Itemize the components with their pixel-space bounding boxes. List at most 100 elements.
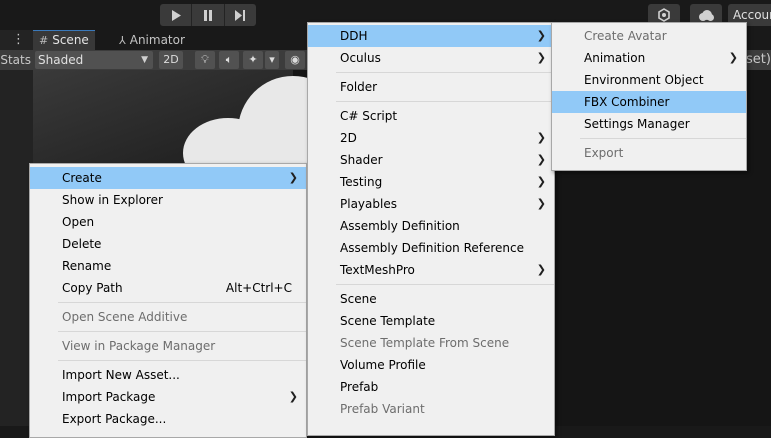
- menu-separator: [580, 138, 746, 139]
- menu-item-create-avatar: Create Avatar: [552, 25, 746, 47]
- menu-item-label: Copy Path: [62, 281, 123, 295]
- menu-item-copy-path[interactable]: Copy Path Alt+Ctrl+C: [30, 277, 306, 299]
- audio-toggle-icon[interactable]: 🔈︎: [219, 51, 239, 69]
- menu-item-label: Assembly Definition: [340, 219, 460, 233]
- menu-item-label: DDH: [340, 29, 368, 43]
- effects-dropdown-icon[interactable]: ▾: [265, 51, 279, 69]
- chevron-right-icon: ❯: [288, 171, 298, 184]
- menu-item-scene-template[interactable]: Scene Template: [308, 310, 554, 332]
- menu-item-folder[interactable]: Folder: [308, 76, 554, 98]
- menu-item-2d[interactable]: 2D ❯: [308, 127, 554, 149]
- chevron-right-icon: ❯: [728, 51, 738, 64]
- chevron-right-icon: ❯: [536, 153, 546, 166]
- pause-button[interactable]: [191, 4, 223, 26]
- stats-button[interactable]: Stats: [0, 50, 33, 70]
- menu-item-label: Environment Object: [584, 73, 704, 87]
- menu-item-environment-object[interactable]: Environment Object: [552, 69, 746, 91]
- menu-item-csharp-script[interactable]: C# Script: [308, 105, 554, 127]
- menu-item-view-in-package-manager: View in Package Manager: [30, 335, 306, 357]
- menu-item-label: Testing: [340, 175, 383, 189]
- menu-item-label: View in Package Manager: [62, 339, 216, 353]
- menu-item-assembly-definition[interactable]: Assembly Definition: [308, 215, 554, 237]
- step-button[interactable]: [223, 4, 256, 26]
- menu-item-open-scene-additive: Open Scene Additive: [30, 306, 306, 328]
- menu-item-label: Delete: [62, 237, 102, 251]
- menu-item-import-new-asset[interactable]: Import New Asset...: [30, 364, 306, 386]
- menu-item-testing[interactable]: Testing ❯: [308, 171, 554, 193]
- collab-icon: [658, 8, 670, 22]
- menu-item-volume-profile[interactable]: Volume Profile: [308, 354, 554, 376]
- menu-item-label: Open: [62, 215, 95, 229]
- chevron-right-icon: ❯: [536, 263, 546, 276]
- menu-item-import-package[interactable]: Import Package ❯: [30, 386, 306, 408]
- chevron-right-icon: ❯: [536, 175, 546, 188]
- menu-item-open[interactable]: Open: [30, 211, 306, 233]
- ddh-submenu: Create Avatar Animation ❯ Environment Obj…: [551, 22, 747, 171]
- menu-item-scene[interactable]: Scene: [308, 288, 554, 310]
- menu-separator: [58, 360, 306, 361]
- menu-item-label: FBX Combiner: [584, 95, 670, 109]
- tab-animator-label: Animator: [129, 33, 185, 47]
- menu-item-label: Playables: [340, 197, 397, 211]
- menu-separator: [336, 72, 554, 73]
- menu-item-textmeshpro[interactable]: TextMeshPro ❯: [308, 259, 554, 281]
- chevron-right-icon: ❯: [536, 131, 546, 144]
- menu-separator: [58, 331, 306, 332]
- kebab-menu-icon[interactable]: ⋮: [12, 32, 25, 47]
- menu-item-label: Prefab: [340, 380, 379, 394]
- menu-item-fbx-combiner[interactable]: FBX Combiner: [552, 91, 746, 113]
- lighting-toggle-icon[interactable]: 💡︎: [195, 51, 215, 69]
- menu-item-rename[interactable]: Rename: [30, 255, 306, 277]
- menu-item-label: Oculus: [340, 51, 381, 65]
- playback-controls: [160, 4, 256, 26]
- cloud-icon: [699, 9, 714, 21]
- visibility-toggle-icon[interactable]: ◉: [285, 51, 305, 69]
- 2d-toggle-button[interactable]: 2D: [159, 51, 183, 69]
- menu-separator: [336, 284, 554, 285]
- step-icon: [235, 9, 246, 21]
- menu-item-oculus[interactable]: Oculus ❯: [308, 47, 554, 69]
- chevron-right-icon: ❯: [536, 29, 546, 42]
- menu-item-label: Scene Template: [340, 314, 436, 328]
- menu-item-label: Folder: [340, 80, 378, 94]
- menu-item-label: Prefab Variant: [340, 402, 425, 416]
- tab-scene[interactable]: # Scene: [33, 30, 95, 50]
- play-icon: [171, 9, 181, 21]
- grid-icon: #: [39, 34, 49, 47]
- chevron-down-icon: ▼: [141, 55, 148, 65]
- menu-item-ddh[interactable]: DDH ❯: [308, 25, 554, 47]
- menu-item-assembly-definition-reference[interactable]: Assembly Definition Reference: [308, 237, 554, 259]
- menu-item-label: 2D: [340, 131, 357, 145]
- shading-mode-value: Shaded: [38, 53, 84, 67]
- menu-item-label: TextMeshPro: [340, 263, 415, 277]
- menu-item-label: Import Package: [62, 390, 156, 404]
- menu-item-label: Assembly Definition Reference: [340, 241, 525, 255]
- menu-item-label: Shader: [340, 153, 383, 167]
- menu-item-label: C# Script: [340, 109, 398, 123]
- tab-scene-label: Scene: [52, 33, 89, 47]
- animator-icon: ⅄: [119, 34, 126, 47]
- tab-animator[interactable]: ⅄ Animator: [113, 30, 191, 50]
- menu-item-label: Export: [584, 146, 624, 160]
- menu-item-label: Rename: [62, 259, 112, 273]
- menu-item-delete[interactable]: Delete: [30, 233, 306, 255]
- menu-item-label: Create: [62, 171, 102, 185]
- shading-mode-select[interactable]: Shaded ▼: [35, 51, 153, 69]
- menu-item-settings-manager[interactable]: Settings Manager: [552, 113, 746, 135]
- effects-toggle-icon[interactable]: ✦: [243, 51, 263, 69]
- inspector-partial-text: set): [746, 52, 771, 67]
- menu-item-label: Import New Asset...: [62, 368, 180, 382]
- menu-item-playables[interactable]: Playables ❯: [308, 193, 554, 215]
- menu-item-create[interactable]: Create ❯: [30, 167, 306, 189]
- menu-item-animation[interactable]: Animation ❯: [552, 47, 746, 69]
- menu-item-show-in-explorer[interactable]: Show in Explorer: [30, 189, 306, 211]
- menu-item-export-package[interactable]: Export Package...: [30, 408, 306, 430]
- play-button[interactable]: [160, 4, 191, 26]
- menu-item-scene-template-from-scene: Scene Template From Scene: [308, 332, 554, 354]
- context-menu: Create ❯ Show in Explorer Open Delete Ren…: [29, 163, 307, 438]
- menu-item-shader[interactable]: Shader ❯: [308, 149, 554, 171]
- chevron-right-icon: ❯: [536, 197, 546, 210]
- pause-icon: [203, 9, 212, 21]
- menu-item-prefab[interactable]: Prefab: [308, 376, 554, 398]
- menu-item-label: Animation: [584, 51, 646, 65]
